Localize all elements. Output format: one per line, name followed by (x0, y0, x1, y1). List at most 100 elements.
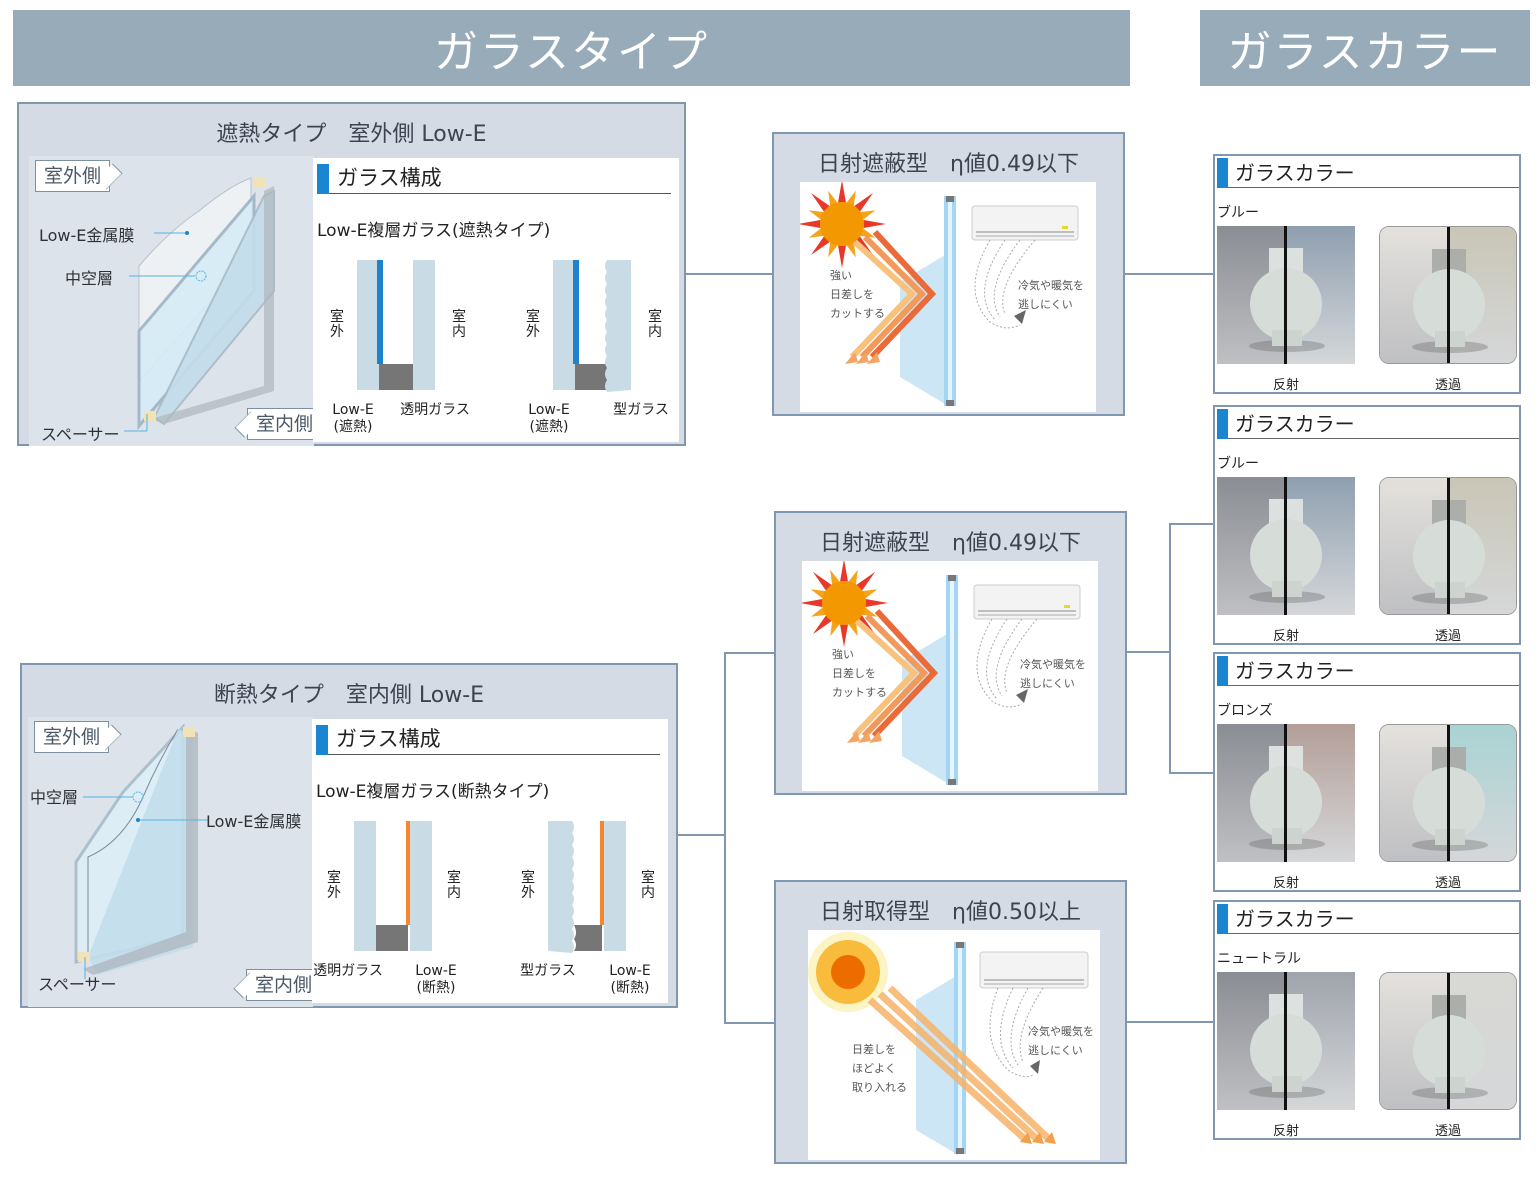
split-divider (1447, 478, 1450, 614)
air-layer-label: 中空層 (65, 269, 114, 288)
double-glazing-illustration: 室外側 Low-E金属膜 中空層 スペーサー 室内側 (29, 156, 322, 446)
transmission-label: 透過 (1434, 876, 1461, 891)
right-glass-label: 透明ガラス (400, 402, 470, 418)
transmission-photo (1379, 972, 1517, 1110)
outside-label: 室外 (327, 870, 341, 901)
ac-caption: 冷気や暖気を 逃しにくい (1020, 658, 1086, 690)
reflection-photo (1217, 477, 1355, 615)
glass-color-panel-blue: ガラスカラー ブルー 反射 透過 (1213, 154, 1521, 394)
right-glass-label: Low-E (断熱) (609, 963, 651, 996)
double-glazing-drawing (74, 723, 208, 979)
double-glazing-illustration: 室外側 中空層 Low-E金属膜 スペーサー 室内側 (28, 717, 321, 1007)
inside-label: 室内 (641, 870, 655, 901)
effect-title: 日射遮蔽型 η値0.49以下 (818, 152, 1079, 177)
connector-line (1169, 523, 1171, 774)
right-glass-label: Low-E (断熱) (415, 963, 457, 996)
solar-shading-illustration: 強い 日差しを カットする 冷気や暖気を 逃しにくい (802, 561, 1098, 791)
solar-shading-panel: 日射遮蔽型 η値0.49以下 強い 日差しを カットする 冷気や暖気を 逃しにく (774, 511, 1127, 795)
color-heading-label: ガラスカラー (1235, 659, 1355, 683)
sun-caption: 日差しを ほどよく 取り入れる (852, 1043, 907, 1094)
color-heading-label: ガラスカラー (1235, 412, 1355, 436)
glass-color-header-label: ガラスカラー (1227, 27, 1503, 78)
heading-accent-bar (1217, 409, 1228, 439)
outside-label: 室外 (521, 870, 535, 901)
spacer-label: スペーサー (41, 425, 120, 444)
color-heading: ガラスカラー (1217, 407, 1519, 439)
outside-tag: 室外側 (34, 721, 110, 753)
glass-color-panel-blue: ガラスカラー ブルー 反射 透過 (1213, 405, 1521, 645)
color-heading-label: ガラスカラー (1235, 907, 1355, 931)
split-divider (1284, 972, 1287, 1110)
lowe-film-label: Low-E金属膜 (206, 812, 302, 831)
transmission-photo (1379, 724, 1517, 862)
reflection-label: 反射 (1272, 629, 1299, 644)
color-heading-label: ガラスカラー (1235, 161, 1355, 185)
reflection-label: 反射 (1272, 876, 1299, 891)
inside-tag: 室内側 (245, 969, 321, 1001)
transmission-label: 透過 (1434, 629, 1461, 644)
connector-line (1124, 273, 1214, 275)
heading-accent-bar (1217, 656, 1228, 686)
color-name: ニュートラル (1217, 951, 1301, 967)
glass-type-header: ガラスタイプ (13, 10, 1130, 86)
ac-caption: 冷気や暖気を 逃しにくい (1028, 1025, 1094, 1057)
connector-line (685, 273, 773, 275)
sun-caption: 強い 日差しを カットする (830, 269, 885, 320)
connector-line (1126, 1021, 1214, 1023)
effect-title: 日射取得型 η値0.50以上 (820, 900, 1081, 925)
glass-type-header-label: ガラスタイプ (433, 27, 710, 78)
left-glass-label: 透明ガラス (313, 963, 383, 979)
heading-accent-bar (317, 164, 329, 194)
reflection-label: 反射 (1272, 378, 1299, 393)
composition-heading: ガラス構成 (317, 160, 671, 194)
transmission-label: 透過 (1434, 378, 1461, 393)
heading-accent-bar (1217, 158, 1228, 188)
connector-line (1169, 523, 1214, 525)
color-name: ブルー (1217, 456, 1259, 472)
glass-section-diagram-patterned: 室外 室内 型ガラス Low-E (断熱) (518, 821, 678, 1011)
left-glass-label: Low-E (遮熱) (332, 402, 374, 435)
composition-heading: ガラス構成 (316, 721, 660, 755)
reflection-label: 反射 (1272, 1124, 1299, 1139)
heading-accent-bar (316, 725, 328, 755)
reflection-photo (1217, 226, 1355, 364)
connector-line (724, 652, 774, 654)
connector-line (724, 652, 726, 1024)
composition-heading-label: ガラス構成 (336, 727, 441, 751)
transmission-photo (1379, 226, 1517, 364)
effect-title: 日射遮蔽型 η値0.49以下 (820, 531, 1081, 556)
connector-line (1169, 772, 1214, 774)
heat-shield-type-panel: 遮熱タイプ 室外側 Low-E 室外側 Low-E金属膜 中空層 スペーサー 室… (17, 102, 686, 446)
outside-label: 室外 (330, 309, 344, 340)
air-layer-label: 中空層 (30, 788, 79, 807)
heading-accent-bar (1217, 904, 1228, 934)
split-divider (1284, 226, 1287, 364)
outside-tag: 室外側 (35, 160, 111, 192)
inside-label: 室内 (447, 870, 461, 901)
inside-label: 室内 (452, 309, 466, 340)
split-divider (1447, 227, 1450, 363)
color-heading: ガラスカラー (1217, 654, 1519, 686)
composition-subtitle: Low-E複層ガラス(遮熱タイプ) (317, 221, 551, 241)
split-divider (1284, 477, 1287, 615)
inside-tag: 室内側 (246, 408, 322, 440)
transmission-photo (1379, 477, 1517, 615)
split-divider (1284, 724, 1287, 862)
glass-section-diagram-patterned: 室外 室内 Low-E (遮熱) 型ガラス (523, 260, 683, 450)
connector-line (1126, 651, 1171, 653)
panel-title: 遮熱タイプ 室外側 Low-E (216, 122, 487, 147)
glass-color-panel-neutral: ガラスカラー ニュートラル 反射 透過 (1213, 900, 1521, 1140)
connector-line (677, 834, 725, 836)
transmission-label: 透過 (1434, 1124, 1461, 1139)
composition-subtitle: Low-E複層ガラス(断熱タイプ) (316, 782, 550, 802)
solar-gain-panel: 日射取得型 η値0.50以上 日差しを ほどよく 取り入れる 冷気や暖気を 逃し… (774, 880, 1127, 1164)
panel-title: 断熱タイプ 室内側 Low-E (213, 683, 485, 708)
solar-gain-illustration: 日差しを ほどよく 取り入れる 冷気や暖気を 逃しにくい (808, 930, 1100, 1160)
color-name: ブルー (1217, 205, 1259, 221)
color-heading: ガラスカラー (1217, 902, 1519, 934)
color-heading: ガラスカラー (1217, 156, 1519, 188)
outside-label: 室外 (526, 309, 540, 340)
glass-color-panel-bronze: ガラスカラー ブロンズ 反射 透過 (1213, 652, 1521, 892)
glass-section-diagram-clear: 室外 室内 透明ガラス Low-E (断熱) (313, 821, 484, 1011)
reflection-photo (1217, 972, 1355, 1110)
